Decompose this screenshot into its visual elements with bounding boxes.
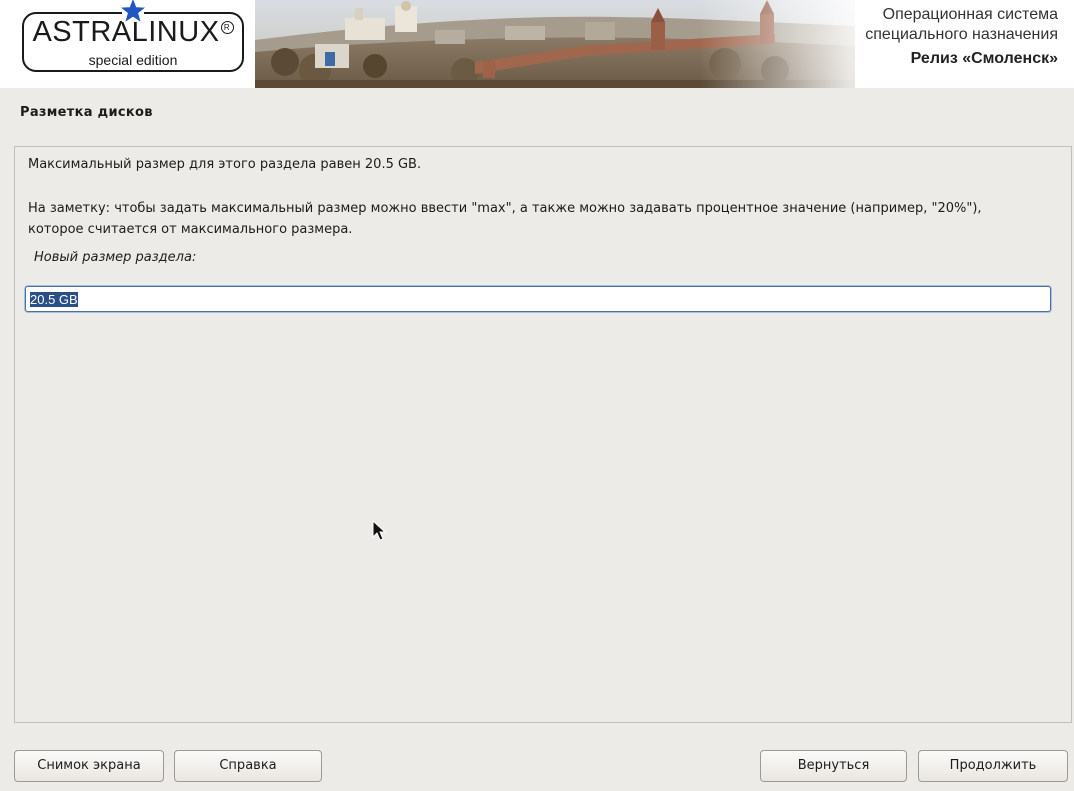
logo-subtitle: special edition [22,52,244,68]
new-size-label: Новый размер раздела: [34,250,197,265]
os-name-line2: специального назначения [865,26,1058,43]
mouse-cursor-icon [372,520,387,541]
astralinux-logo: ASTRALINUX R special edition [22,0,244,72]
help-button[interactable]: Справка [174,750,322,782]
star-icon [121,0,145,22]
os-name-line1: Операционная система [882,6,1058,23]
installer-banner: ASTRALINUX R special edition Операционная… [0,0,1074,88]
page-title: Разметка дисков [20,105,153,120]
banner-os-text: Операционная система специального назнач… [865,5,1058,69]
max-size-text: Максимальный размер для этого раздела ра… [28,157,422,172]
partition-size-input[interactable] [25,286,1051,312]
release-name: Релиз «Смоленск» [910,50,1058,67]
logo-subtitle-text: special edition [84,52,182,68]
back-button[interactable]: Вернуться [760,750,907,782]
registered-mark: R [220,21,234,35]
continue-button[interactable]: Продолжить [918,750,1068,782]
note-text: На заметку: чтобы задать максимальный ра… [28,201,982,237]
content-panel: Максимальный размер для этого раздела ра… [14,146,1072,723]
screenshot-button[interactable]: Снимок экрана [14,750,164,782]
